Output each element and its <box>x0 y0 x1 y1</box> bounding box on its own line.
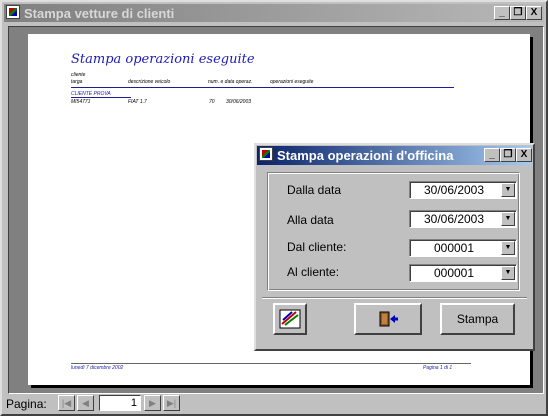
dalla-data-select[interactable]: 30/06/2003 ▼ <box>409 181 517 199</box>
report-col-label: cliente <box>71 72 86 78</box>
dialog-app-icon[interactable] <box>259 147 273 161</box>
next-page-icon[interactable]: ▶ <box>144 395 161 411</box>
dialog-titlebar[interactable]: Stampa operazioni d'officina _ ❐ X <box>257 146 532 165</box>
main-window-title: Stampa vetture di clienti <box>24 6 175 21</box>
dialog-title: Stampa operazioni d'officina <box>277 148 454 163</box>
last-page-icon[interactable]: ▶| <box>163 395 180 411</box>
exit-button[interactable] <box>354 303 422 335</box>
first-page-icon[interactable]: |◀ <box>58 395 75 411</box>
preview-button[interactable] <box>273 303 307 335</box>
report-title: Stampa operazioni eseguite <box>71 52 255 67</box>
alla-data-value: 30/06/2003 <box>423 212 485 226</box>
alla-data-select[interactable]: 30/06/2003 ▼ <box>409 210 517 228</box>
field-label-al-cliente: Al cliente: <box>287 265 340 279</box>
field-label-alla-data: Alla data <box>287 213 334 227</box>
main-titlebar[interactable]: Stampa vetture di clienti _ ❐ X <box>4 4 544 22</box>
minimize-button[interactable]: _ <box>494 6 510 20</box>
report-footer-date: lunedì 7 dicembre 2002 <box>71 365 124 371</box>
report-cell-targa: MI54771 <box>71 99 91 105</box>
field-label-dal-cliente: Dal cliente: <box>287 240 347 254</box>
pager-label: Pagina: <box>6 397 47 411</box>
print-button[interactable]: Stampa <box>440 303 515 335</box>
dalla-data-value: 30/06/2003 <box>423 183 485 197</box>
dal-cliente-select[interactable]: 000001 ▼ <box>409 239 517 257</box>
report-header-operazioni: operazioni eseguite <box>270 79 314 85</box>
page-number-input[interactable]: 1 <box>99 395 141 411</box>
chevron-down-icon[interactable]: ▼ <box>501 212 515 226</box>
report-header-targa: targa <box>71 79 83 85</box>
app-icon[interactable] <box>6 5 20 19</box>
chevron-down-icon[interactable]: ▼ <box>501 183 515 197</box>
dialog-close-button[interactable]: X <box>516 148 532 162</box>
prev-page-icon[interactable]: ◀ <box>77 395 94 411</box>
close-button[interactable]: X <box>526 6 542 20</box>
al-cliente-value: 000001 <box>433 266 475 280</box>
al-cliente-select[interactable]: 000001 ▼ <box>409 264 517 282</box>
filter-group: Dalla data 30/06/2003 ▼ Alla data 30/06/… <box>267 172 520 291</box>
report-cell-descrizione: FIAT 1.7 <box>128 99 147 105</box>
print-dialog: Stampa operazioni d'officina _ ❐ X Dalla… <box>254 143 535 351</box>
report-footer-rule <box>71 363 471 364</box>
report-preview-icon <box>279 309 301 329</box>
dal-cliente-value: 000001 <box>433 241 475 255</box>
dialog-separator <box>262 297 527 299</box>
report-client-rule <box>71 97 131 98</box>
report-footer-page: Pagina 1 di 1 <box>423 365 453 371</box>
report-header-rule <box>71 87 454 88</box>
dialog-restore-button[interactable]: ❐ <box>500 148 516 162</box>
report-cell-data: 30/06/2003 <box>226 99 252 105</box>
report-header-num: num. e data operaz. <box>208 79 253 85</box>
exit-door-icon <box>379 311 398 327</box>
pager-bar: Pagina: |◀ ◀ 1 ▶ ▶| <box>4 394 544 414</box>
chevron-down-icon[interactable]: ▼ <box>501 266 515 280</box>
chevron-down-icon[interactable]: ▼ <box>501 241 515 255</box>
field-label-dalla-data: Dalla data <box>287 183 342 197</box>
report-header-descrizione: descrizione veicolo <box>128 79 171 85</box>
restore-button[interactable]: ❐ <box>510 6 526 20</box>
dialog-minimize-button[interactable]: _ <box>484 148 500 162</box>
report-cell-num: 70 <box>209 99 215 105</box>
